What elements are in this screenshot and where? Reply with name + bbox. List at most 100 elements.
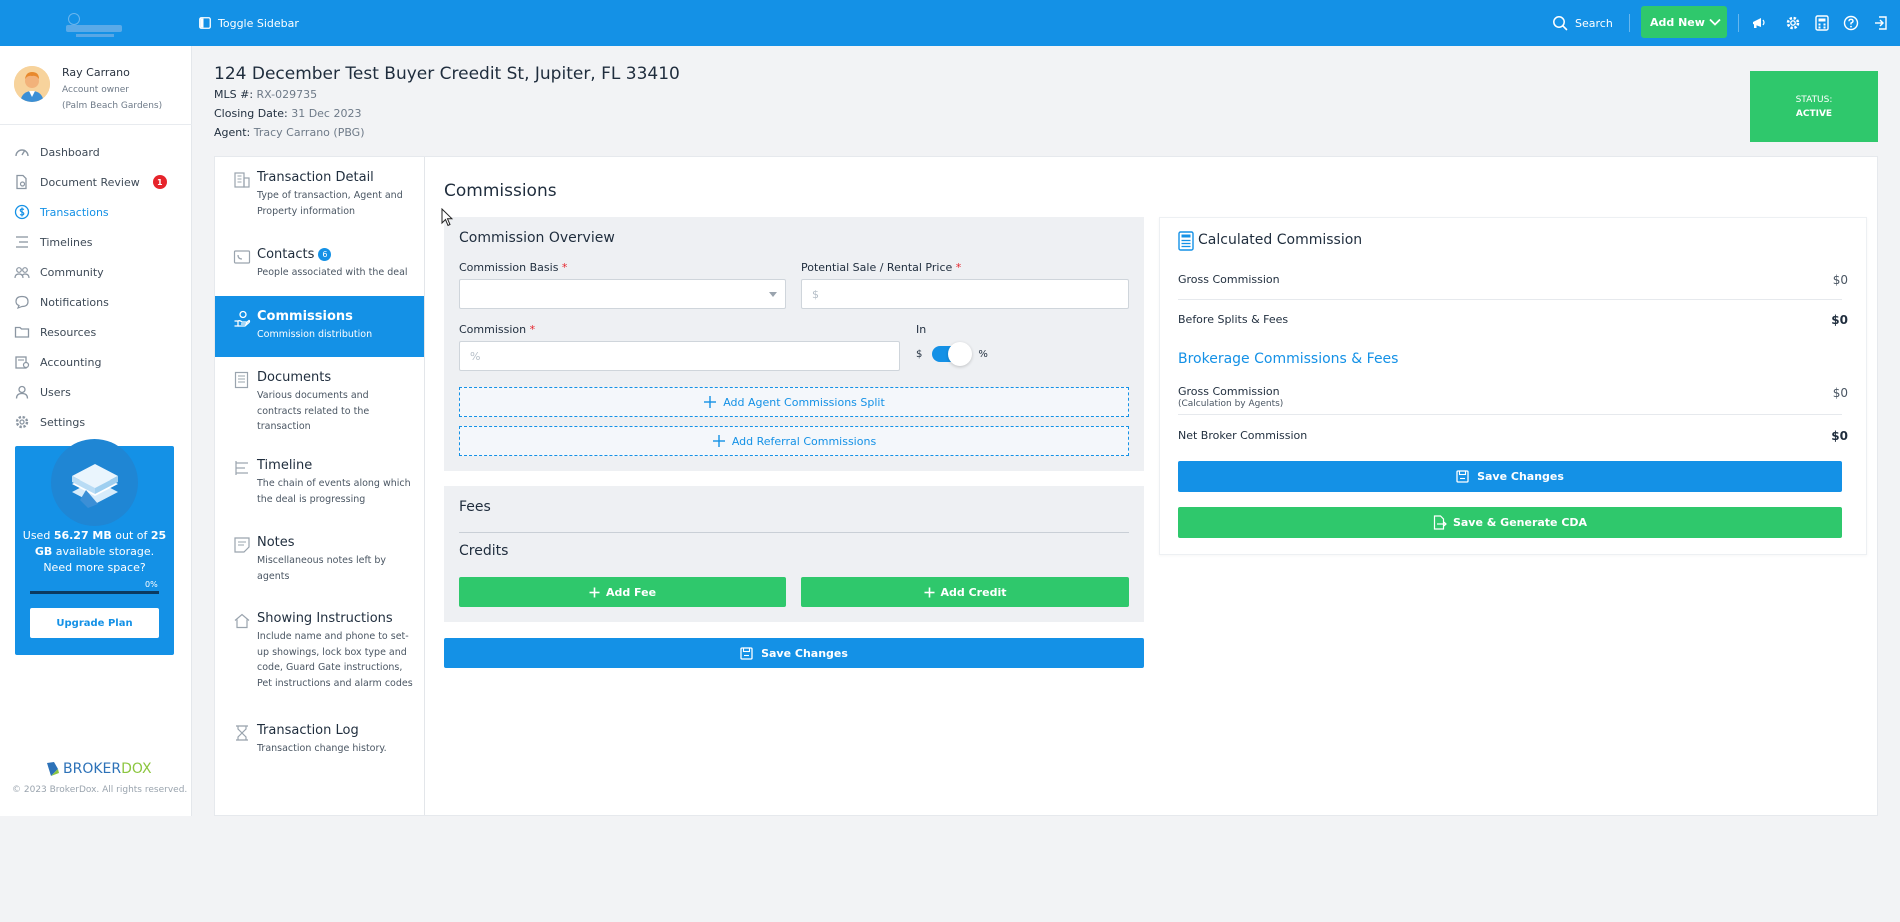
search-button[interactable]: Search: [1552, 13, 1613, 33]
section-title-text: Contacts: [257, 247, 315, 262]
commission-basis-label-text: Commission Basis: [459, 261, 559, 274]
section-notes[interactable]: Notes Miscellaneous notes left by agents: [215, 522, 424, 592]
save-generate-cda-label: Save & Generate CDA: [1452, 516, 1588, 529]
community-icon: [14, 264, 30, 280]
nav-item-community[interactable]: Community: [14, 257, 184, 287]
toggle-sidebar-button[interactable]: Toggle Sidebar: [199, 13, 299, 33]
note-icon: [233, 536, 251, 554]
add-agent-split-button[interactable]: Add Agent Commissions Split: [459, 387, 1129, 417]
commission-overview-panel: Commission Overview Commission Basis * P…: [444, 217, 1144, 471]
section-timeline[interactable]: Timeline The chain of events along which…: [215, 445, 424, 517]
overview-title: Commission Overview: [459, 230, 615, 246]
upgrade-plan-button[interactable]: Upgrade Plan: [30, 608, 159, 638]
timeline-icon: [14, 234, 30, 250]
sale-price-input[interactable]: [802, 280, 1128, 308]
gross-commission-value: $0: [1832, 273, 1848, 287]
add-fee-button[interactable]: Add Fee: [459, 577, 786, 607]
topbar-divider: [1738, 14, 1739, 32]
fees-title: Fees: [459, 499, 491, 515]
section-commissions[interactable]: Commissions Commission distribution: [215, 296, 424, 357]
storage-illustration: [51, 439, 138, 526]
plus-icon: [703, 395, 717, 409]
nav-label: Document Review: [40, 175, 140, 189]
section-description: Include name and phone to set-up showing…: [257, 631, 413, 689]
closing-value: 31 Dec 2023: [291, 107, 362, 120]
add-referral-button[interactable]: Add Referral Commissions: [459, 426, 1129, 456]
save-icon: [740, 646, 753, 660]
sale-price-field[interactable]: [801, 279, 1129, 309]
unit-toggle-group: $ %: [916, 342, 988, 366]
gross-commission-label: Gross Commission: [1178, 273, 1280, 286]
nav-item-dashboard[interactable]: Dashboard: [14, 137, 184, 167]
sidebar-divider: [0, 124, 192, 125]
nav-item-notifications[interactable]: Notifications: [14, 287, 184, 317]
commission-field[interactable]: [459, 341, 900, 371]
logout-icon[interactable]: [1871, 13, 1891, 33]
nav-item-users[interactable]: Users: [14, 377, 184, 407]
contacts-count-badge: 6: [318, 248, 332, 261]
storage-need-more: Need more space?: [43, 561, 146, 574]
calculator-icon[interactable]: [1812, 13, 1832, 33]
user-icon: [14, 384, 30, 400]
storage-suffix: available storage.: [55, 545, 155, 558]
hand-coin-icon: [233, 310, 251, 328]
section-title: Transaction Log: [257, 723, 359, 738]
nav-item-settings[interactable]: Settings: [14, 407, 184, 437]
top-bar: Toggle Sidebar Search Add New: [0, 0, 1900, 46]
nav-item-resources[interactable]: Resources: [14, 317, 184, 347]
document-export-icon: [1433, 515, 1447, 530]
section-description: The chain of events along which the deal…: [257, 478, 411, 505]
nav-label: Dashboard: [40, 145, 100, 159]
page-title: 124 December Test Buyer Creedit St, Jupi…: [214, 64, 680, 84]
section-transaction-log[interactable]: Transaction Log Transaction change histo…: [215, 710, 424, 760]
megaphone-icon[interactable]: [1749, 13, 1769, 33]
section-title: Showing Instructions: [257, 611, 393, 626]
storage-out-of: out of: [115, 529, 148, 542]
calc-save-changes-button[interactable]: Save Changes: [1178, 461, 1842, 492]
sidebar-toggle-icon: [199, 17, 211, 29]
help-icon[interactable]: [1841, 13, 1861, 33]
user-profile[interactable]: Ray Carrano Account owner (Palm Beach Ga…: [14, 66, 184, 126]
building-icon: [233, 171, 251, 189]
toggle-knob: [948, 342, 973, 366]
add-new-button[interactable]: Add New: [1641, 6, 1727, 38]
gear-icon[interactable]: [1783, 13, 1803, 33]
commission-input[interactable]: [460, 342, 899, 370]
section-contacts[interactable]: Contacts 6 People associated with the dea…: [215, 234, 424, 290]
unit-toggle-switch[interactable]: [932, 342, 973, 366]
commission-basis-select[interactable]: [459, 279, 786, 309]
section-documents[interactable]: Documents Various documents and contract…: [215, 357, 424, 443]
mouse-cursor-icon: [441, 208, 453, 227]
closing-date: Closing Date: 31 Dec 2023: [214, 107, 361, 120]
section-showing-instructions[interactable]: Showing Instructions Include name and ph…: [215, 598, 424, 698]
section-description: Type of transaction, Agent and Property …: [257, 190, 403, 217]
row-divider: [1178, 414, 1842, 415]
brand-logo[interactable]: [62, 11, 126, 37]
section-transaction-detail[interactable]: Transaction Detail Type of transaction, …: [215, 157, 424, 217]
nav-label: Settings: [40, 415, 86, 429]
commissions-title: Commissions: [444, 181, 557, 201]
in-label: In: [916, 323, 927, 336]
nav-label: Notifications: [40, 295, 109, 309]
toggle-dollar-label: $: [916, 348, 923, 360]
nav-item-transactions[interactable]: Transactions: [14, 197, 184, 227]
agent-label: Agent:: [214, 126, 251, 139]
nav-label: Timelines: [40, 235, 93, 249]
save-generate-cda-button[interactable]: Save & Generate CDA: [1178, 507, 1842, 538]
section-title: Transaction Detail: [257, 170, 374, 185]
nav-item-document-review[interactable]: Document Review 1: [14, 167, 184, 197]
calculator-list-icon: [1178, 231, 1194, 251]
commission-label-text: Commission: [459, 323, 527, 336]
add-credit-button[interactable]: Add Credit: [801, 577, 1129, 607]
notification-badge: 1: [152, 175, 167, 189]
gear-icon: [14, 414, 30, 430]
section-description: People associated with the deal: [257, 267, 408, 278]
section-description: Commission distribution: [257, 329, 373, 340]
nav-item-accounting[interactable]: Accounting: [14, 347, 184, 377]
save-changes-button[interactable]: Save Changes: [444, 638, 1144, 668]
brokerage-gross-sub: (Calculation by Agents): [1178, 399, 1284, 409]
nav-item-timelines[interactable]: Timelines: [14, 227, 184, 257]
agent-value: Tracy Carrano (PBG): [253, 126, 365, 139]
commission-label: Commission *: [459, 323, 535, 336]
storage-percent: 0%: [145, 580, 158, 589]
